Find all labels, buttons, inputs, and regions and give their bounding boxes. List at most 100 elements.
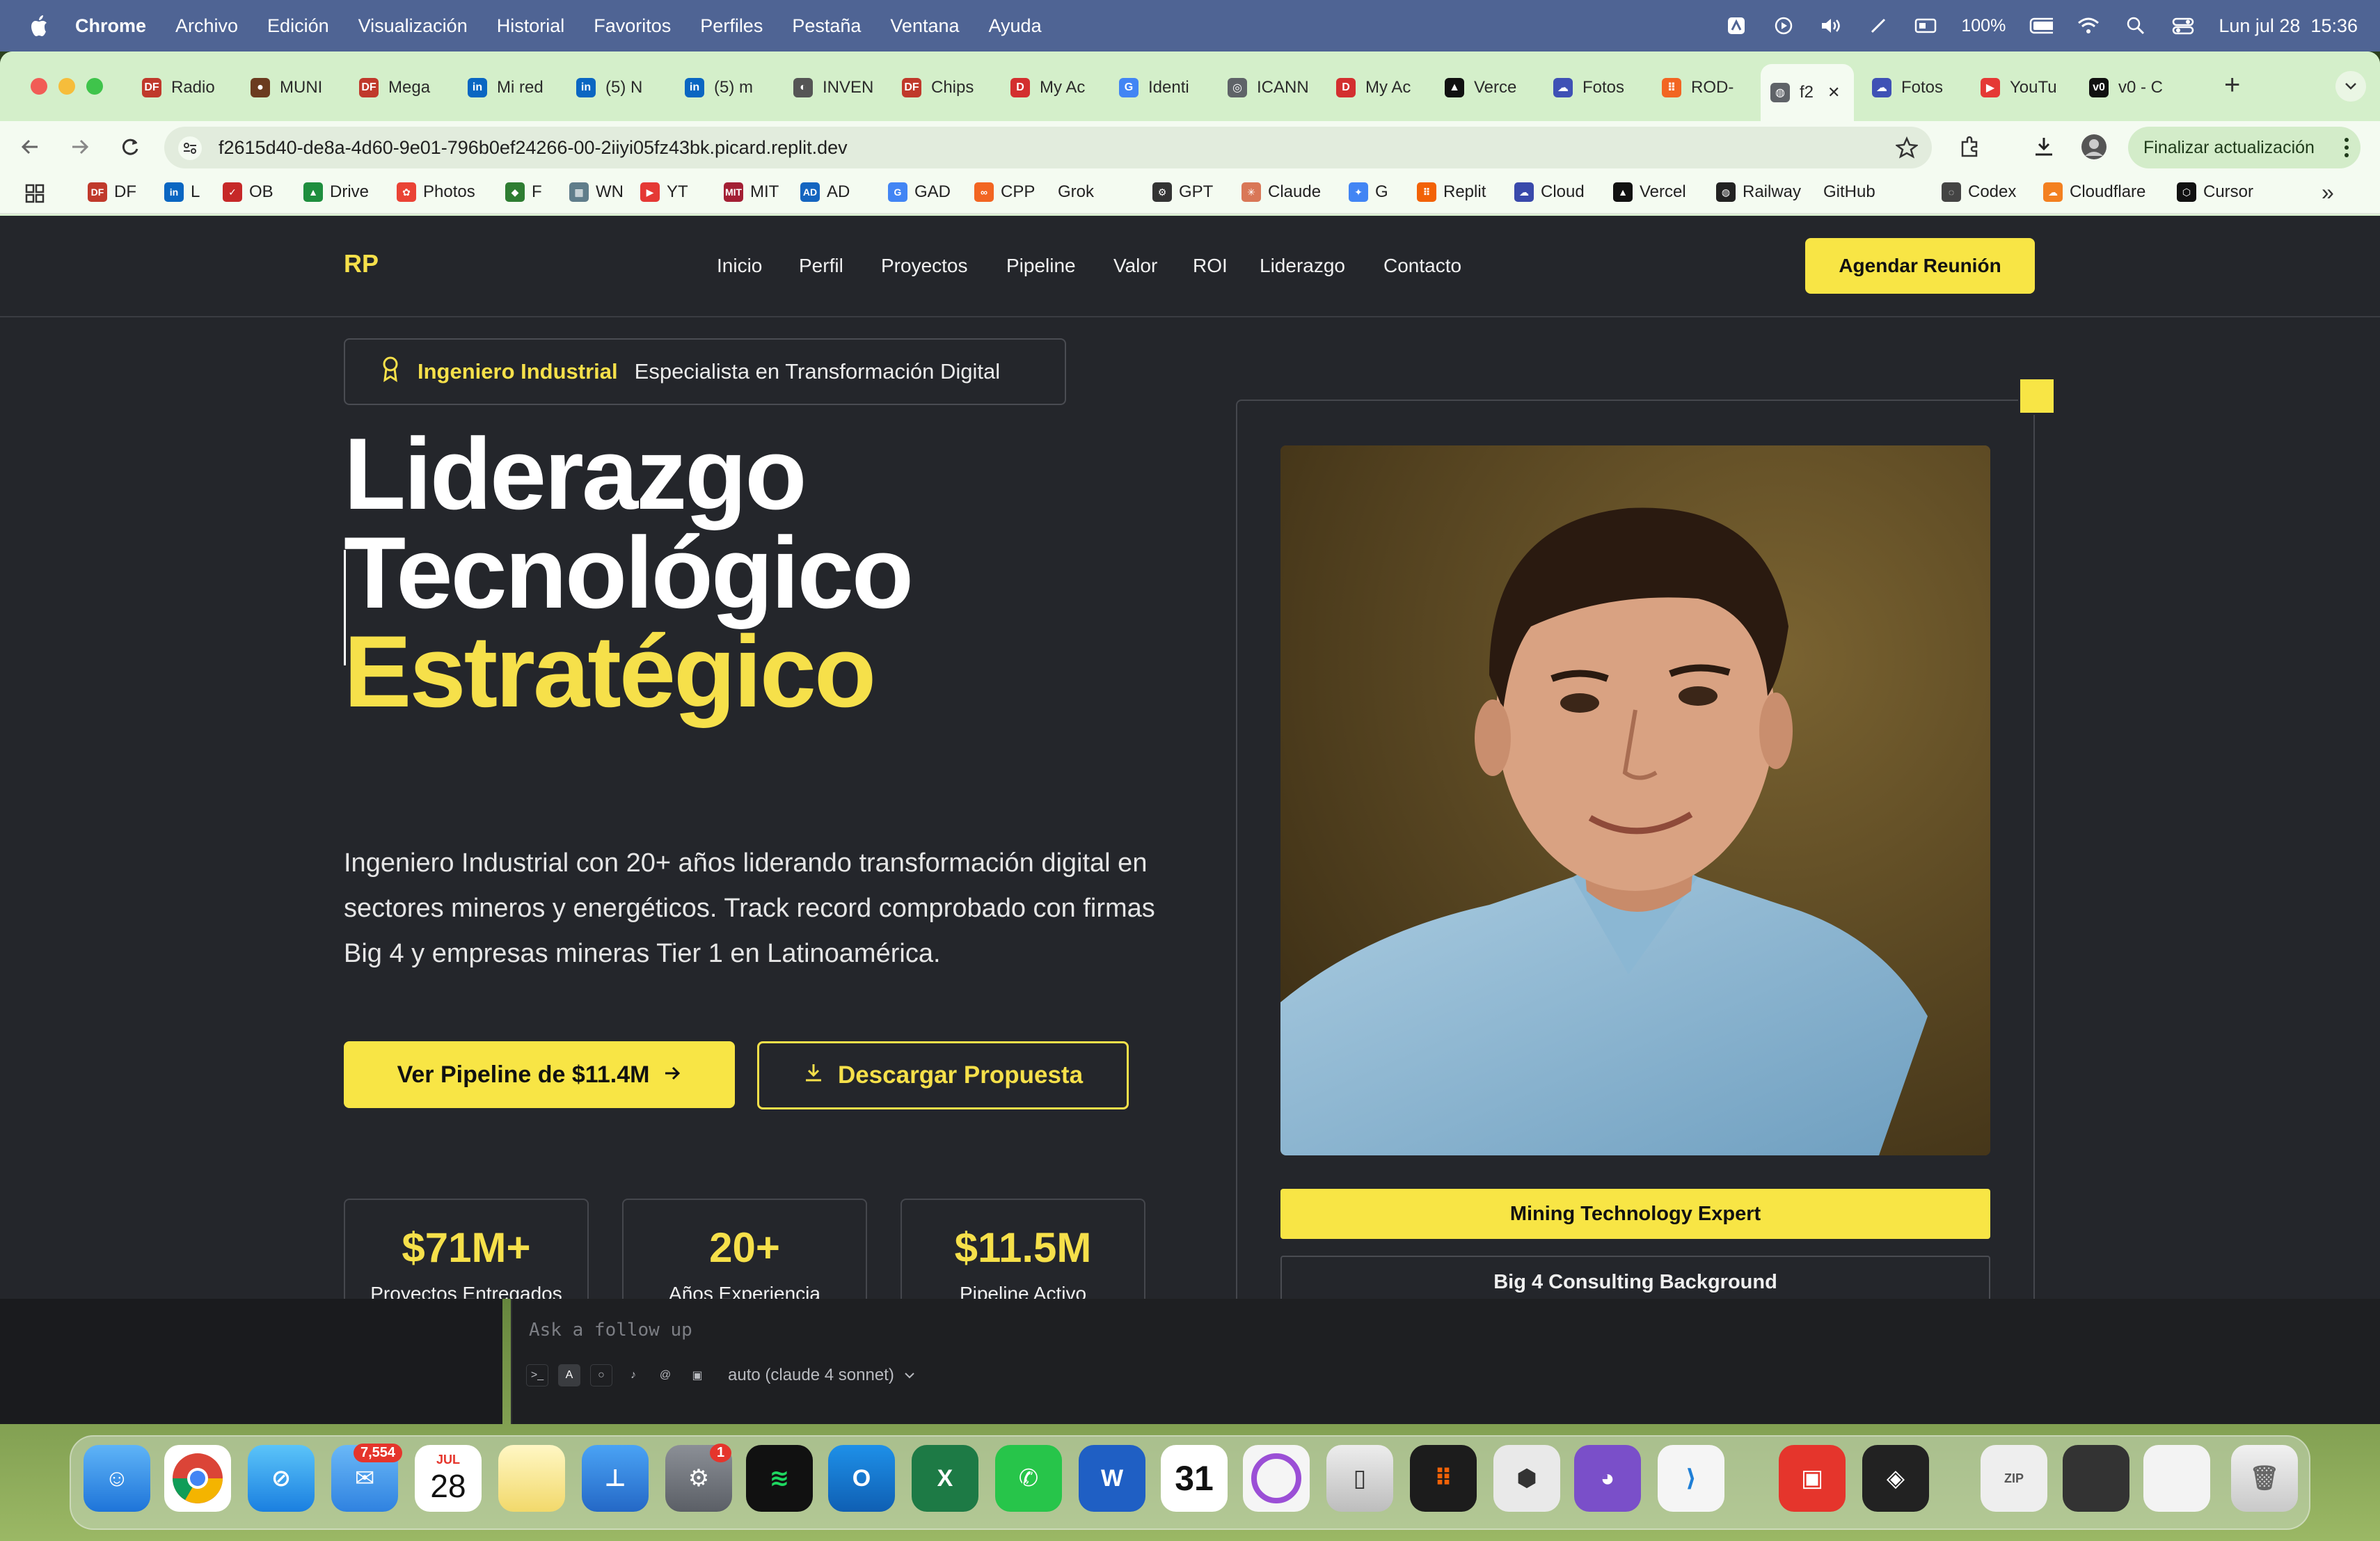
tab[interactable]: D My Ac (1001, 65, 1102, 110)
nav-pipeline[interactable]: Pipeline (1006, 255, 1076, 277)
finder-icon[interactable]: ☺ (84, 1445, 150, 1512)
play-icon[interactable] (1772, 15, 1795, 36)
bookmark-item[interactable]: ✓ OB (223, 182, 273, 202)
chevron-down-icon[interactable] (904, 1366, 915, 1385)
volume-icon[interactable] (1819, 15, 1843, 36)
control-center-icon[interactable] (2171, 15, 2195, 36)
bookmark-item[interactable]: MIT MIT (724, 182, 779, 202)
tab[interactable]: G Identi (1109, 65, 1211, 110)
maximize-window-button[interactable] (86, 78, 103, 95)
tab[interactable]: ◎ ICANN (1218, 65, 1319, 110)
tab[interactable]: in Mi red (458, 65, 560, 110)
tab[interactable]: D My Ac (1326, 65, 1428, 110)
github-desktop-icon[interactable]: ◕ (1574, 1445, 1641, 1512)
word-icon[interactable]: W (1079, 1445, 1145, 1512)
mic-icon[interactable]: ♪ (622, 1364, 644, 1386)
bookmark-item[interactable]: ∞ CPP (974, 182, 1035, 202)
bookmark-item[interactable]: ☁ Cloud (1514, 182, 1585, 202)
tab-active[interactable]: ◍ f2 ✕ (1761, 64, 1854, 121)
nav-contacto[interactable]: Contacto (1383, 255, 1461, 277)
url-text[interactable]: f2615d40-de8a-4d60-9e01-796b0ef24266-00-… (219, 137, 848, 159)
menu-historial[interactable]: Historial (497, 15, 565, 37)
chrome-icon[interactable] (164, 1445, 231, 1512)
bookmark-item[interactable]: ▦ WN (569, 182, 624, 202)
new-tab-button[interactable]: + (2224, 70, 2240, 101)
battery-icon[interactable] (2029, 15, 2054, 36)
terminal-icon[interactable]: >_ (526, 1364, 548, 1386)
site-settings-icon[interactable] (178, 136, 202, 160)
tab[interactable]: DF Radio (132, 65, 234, 110)
bookmark-item[interactable]: ✳ Claude (1241, 182, 1321, 202)
spreadsheet-thumbnail[interactable] (2143, 1445, 2210, 1512)
display-icon[interactable] (1914, 15, 1937, 36)
calendar-icon[interactable]: JUL 28 (415, 1445, 482, 1512)
keynote-icon[interactable]: ⊥ (582, 1445, 649, 1512)
mention-icon[interactable]: @ (654, 1364, 676, 1386)
bookmark-item[interactable]: ☁ Cloudflare (2043, 182, 2145, 202)
bookmark-item[interactable]: ◍ Railway (1716, 182, 1801, 202)
screen-recorder-icon[interactable] (1243, 1445, 1310, 1512)
menu-app-name[interactable]: Chrome (75, 15, 146, 37)
lightbulb-icon[interactable]: ○ (590, 1364, 612, 1386)
close-window-button[interactable] (31, 78, 47, 95)
model-selector[interactable]: auto (claude 4 sonnet) (728, 1366, 894, 1385)
image-icon[interactable]: ▣ (686, 1364, 708, 1386)
search-icon[interactable] (2124, 15, 2148, 36)
outlook-icon[interactable]: O (828, 1445, 895, 1512)
nav-liderazgo[interactable]: Liderazgo (1260, 255, 1345, 277)
menu-ayuda[interactable]: Ayuda (989, 15, 1042, 37)
fantastical-icon[interactable]: 31 (1161, 1445, 1228, 1512)
bookmark-item[interactable]: ▶ YT (640, 182, 688, 202)
menu-archivo[interactable]: Archivo (175, 15, 238, 37)
download-proposal-button[interactable]: Descargar Propuesta (757, 1041, 1129, 1109)
bookmark-item[interactable]: ⚙ GPT (1152, 182, 1213, 202)
bookmark-item[interactable]: GitHub (1823, 182, 1875, 202)
bookmark-item[interactable]: ▲ Drive (303, 182, 369, 202)
wifi-icon[interactable] (2077, 15, 2100, 36)
nav-roi[interactable]: ROI (1193, 255, 1228, 277)
bookmark-item[interactable]: ▲ Vercel (1613, 182, 1686, 202)
bookmark-item[interactable]: Grok (1058, 182, 1094, 202)
tab[interactable]: ☁ Fotos (1544, 65, 1645, 110)
tab[interactable]: ⠿ ROD- (1652, 65, 1754, 110)
tab-search-chevron-icon[interactable] (2335, 71, 2366, 102)
nav-inicio[interactable]: Inicio (717, 255, 762, 277)
menu-favoritos[interactable]: Favoritos (594, 15, 671, 37)
bookmark-item[interactable]: DF DF (88, 182, 136, 202)
menu-perfiles[interactable]: Perfiles (700, 15, 763, 37)
tab[interactable]: ☁ Fotos (1862, 65, 1964, 110)
bookmark-item[interactable]: AD AD (800, 182, 850, 202)
status-app-icon[interactable] (1724, 15, 1748, 36)
bookmark-item[interactable]: in L (164, 182, 200, 202)
recent-window-thumbnail[interactable] (2063, 1445, 2129, 1512)
agent-icon[interactable]: A (558, 1364, 580, 1386)
download-icon[interactable] (2031, 134, 2057, 160)
cursor-app-icon[interactable]: ⬢ (1493, 1445, 1560, 1512)
menu-edicion[interactable]: Edición (267, 15, 329, 37)
replit-icon[interactable]: ⠿ (1410, 1445, 1477, 1512)
menu-pestana[interactable]: Pestaña (792, 15, 861, 37)
schedule-meeting-button[interactable]: Agendar Reunión (1805, 238, 2035, 294)
address-bar[interactable]: f2615d40-de8a-4d60-9e01-796b0ef24266-00-… (164, 127, 1932, 168)
tab[interactable]: in (5) m (675, 65, 777, 110)
safari-icon[interactable]: ⊘ (248, 1445, 315, 1512)
excel-icon[interactable]: X (912, 1445, 978, 1512)
tab[interactable]: ▶ YouTu (1971, 65, 2072, 110)
back-icon[interactable] (17, 134, 43, 160)
notes-icon[interactable] (498, 1445, 565, 1512)
bookmark-item[interactable]: ⠿ Replit (1417, 182, 1486, 202)
trash-icon[interactable]: 🗑 (2231, 1445, 2298, 1512)
minimize-window-button[interactable] (58, 78, 75, 95)
nav-valor[interactable]: Valor (1113, 255, 1157, 277)
zip-file-icon[interactable]: ZIP (1981, 1445, 2047, 1512)
tab[interactable]: ● MUNI (241, 65, 342, 110)
tab[interactable]: DF Chips (892, 65, 994, 110)
follow-up-input[interactable]: Ask a follow up (529, 1320, 692, 1341)
bookmark-star-icon[interactable] (1894, 136, 1919, 162)
spotify-icon[interactable]: ≋ (746, 1445, 813, 1512)
tab-close-icon[interactable]: ✕ (1827, 84, 1840, 102)
tab[interactable]: ▲ Verce (1435, 65, 1537, 110)
bookmark-item[interactable]: G GAD (888, 182, 951, 202)
tab[interactable]: in (5) N (566, 65, 668, 110)
tab[interactable]: ◐ INVEN (784, 65, 885, 110)
